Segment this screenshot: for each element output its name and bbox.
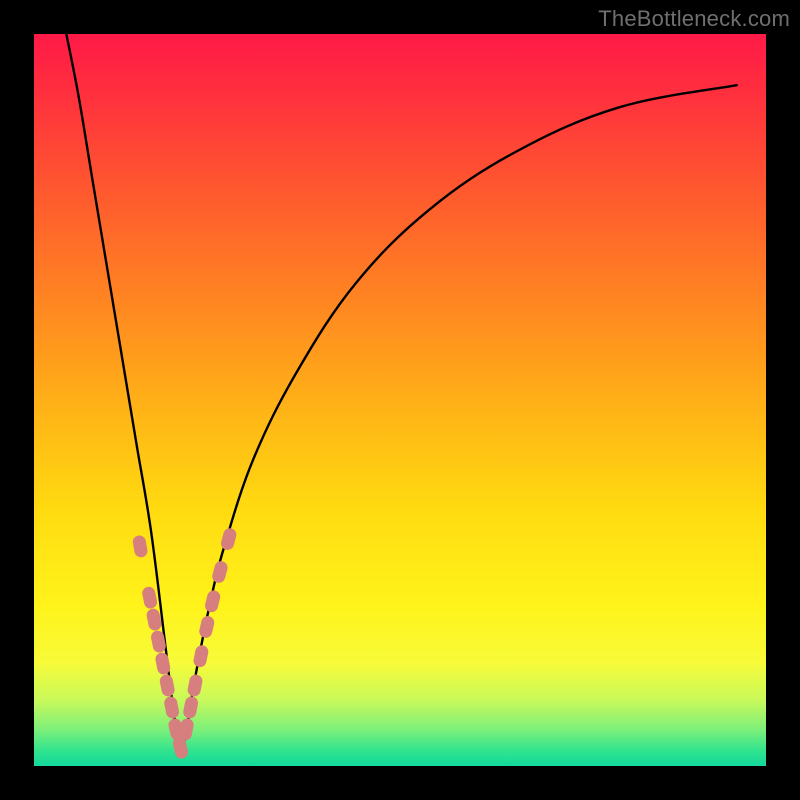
marker-left bbox=[154, 651, 171, 675]
outer-frame: TheBottleneck.com bbox=[0, 0, 800, 800]
marker-left bbox=[163, 695, 180, 719]
plot-area bbox=[34, 34, 766, 766]
attribution-text: TheBottleneck.com bbox=[598, 6, 790, 32]
marker-right bbox=[182, 695, 199, 719]
marker-right bbox=[220, 527, 238, 552]
marker-right bbox=[178, 717, 195, 741]
marker-right bbox=[204, 589, 222, 613]
marker-cluster-right bbox=[178, 527, 238, 742]
marker-right bbox=[187, 673, 204, 697]
marker-left bbox=[132, 534, 149, 558]
marker-right bbox=[211, 560, 229, 585]
marker-right bbox=[198, 615, 216, 639]
bottleneck-curve-svg bbox=[34, 34, 766, 766]
marker-left bbox=[159, 673, 176, 697]
marker-left bbox=[141, 586, 158, 610]
marker-right bbox=[192, 644, 209, 668]
